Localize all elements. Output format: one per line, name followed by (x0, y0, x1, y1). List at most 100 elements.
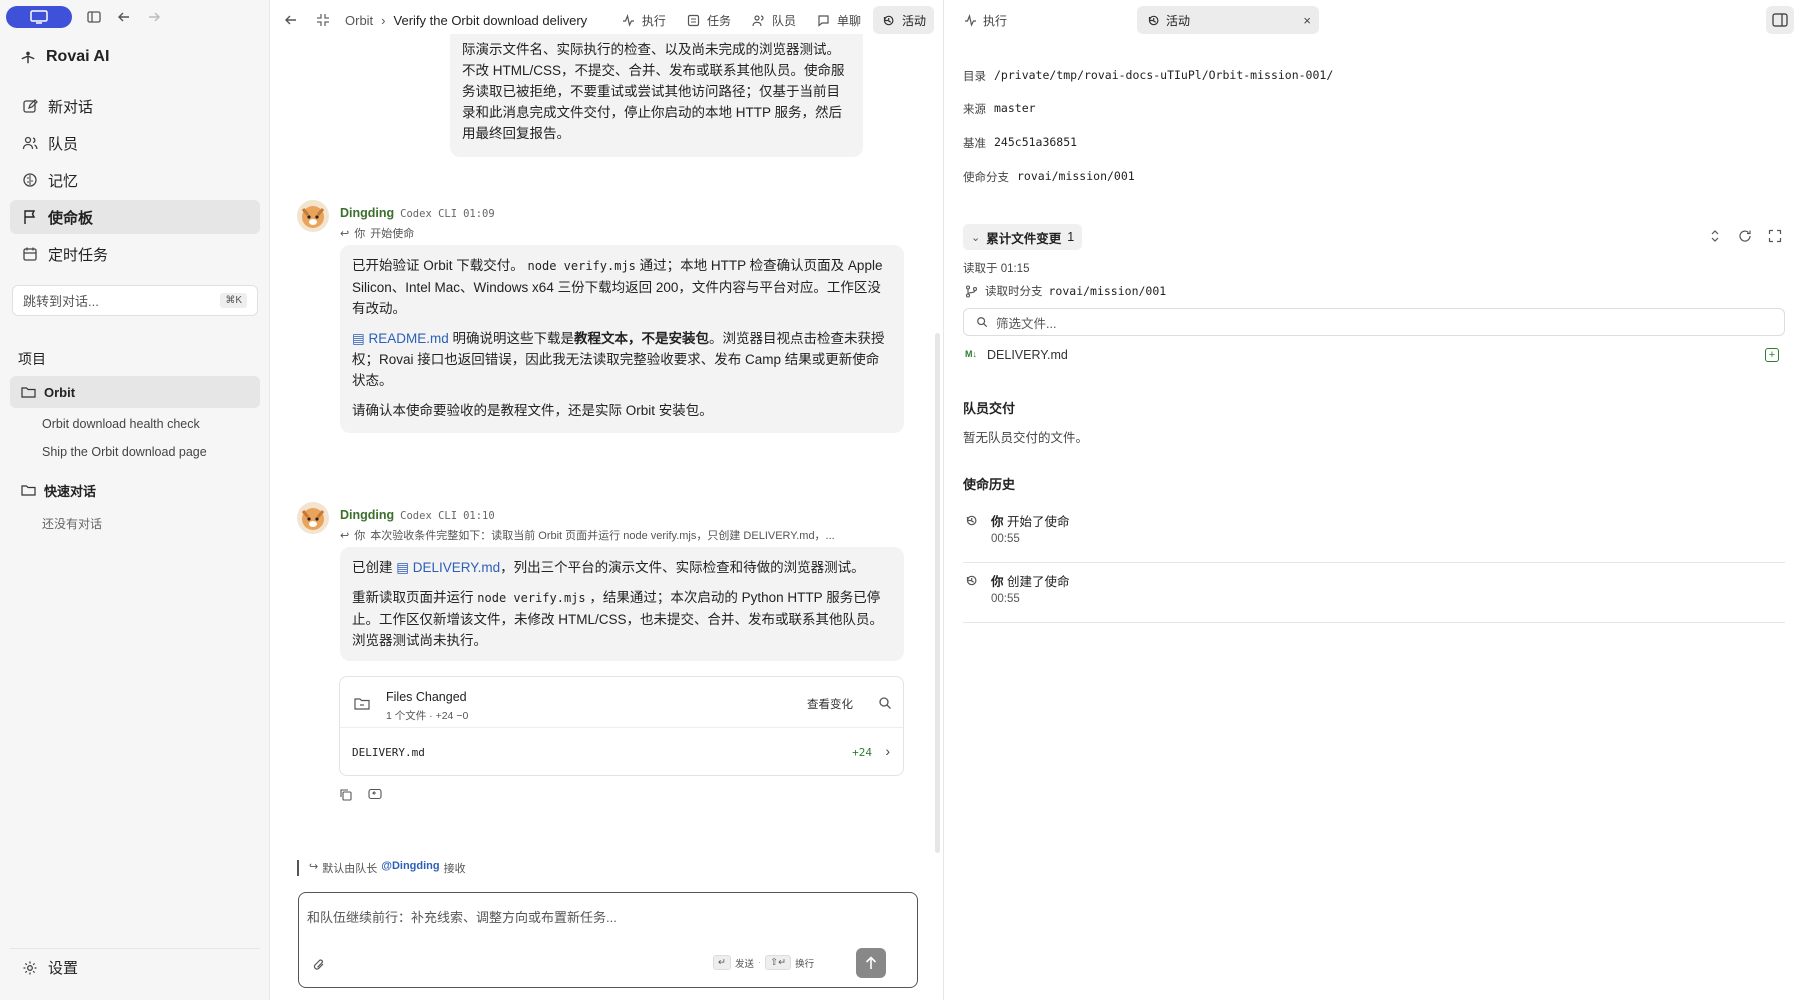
changed-file-name: DELIVERY.md (352, 746, 425, 759)
jump-shortcut: ⌘K (220, 293, 247, 308)
send-hint: 发送 (734, 958, 754, 970)
message-composer[interactable]: 和队伍继续前行：补充线索、调整方向或布置新任务... ↵ 发送 · ⇧↵ 换行 (298, 892, 918, 988)
tab-members[interactable]: 队员 (743, 6, 804, 34)
users-icon (751, 12, 767, 28)
back-arrow-icon[interactable] (283, 12, 299, 28)
app-switcher-button[interactable] (6, 6, 72, 28)
project-chat-item[interactable]: Ship the Orbit download page (42, 445, 207, 459)
activity-panel: 执行 活动 × 目录/private/tmp/rovai-docs-uTIuPl… (943, 0, 1800, 1000)
nav-scheduled-tasks[interactable]: 定时任务 (10, 237, 260, 271)
nav-members[interactable]: 队员 (10, 126, 260, 160)
newline-hint: 换行 (795, 958, 815, 970)
tab-label: 执行 (983, 13, 1008, 28)
quick-chats-folder[interactable]: 快速对话 (10, 474, 260, 506)
reply-reference[interactable]: ↩ 你 本次验收条件完整如下：读取当前 Orbit 页面并运行 node ver… (340, 527, 840, 543)
quick-chats-title: 快速对话 (44, 483, 97, 499)
sidebar: Rovai AI 新对话 队员 记忆 使命板 定时任务 跳转到对话... ⌘K … (0, 0, 270, 1000)
filter-placeholder: 筛选文件... (996, 316, 1057, 331)
sidebar-toolbar (6, 6, 162, 28)
file-link[interactable]: ▤ README.md (352, 331, 449, 346)
tab-activity[interactable]: 活动 (872, 6, 934, 34)
settings-button[interactable]: 设置 (10, 948, 260, 986)
tab-label: 活动 (901, 13, 926, 28)
brain-icon (22, 172, 38, 188)
breadcrumb-root[interactable]: Orbit (345, 13, 373, 28)
attachment-icon[interactable] (311, 957, 327, 973)
history-text: 你 开始了使命 (991, 511, 1070, 530)
meta-value: master (994, 101, 1036, 115)
edit-icon (22, 98, 38, 114)
project-chat-item[interactable]: Orbit download health check (42, 417, 200, 431)
view-changes-button[interactable]: 查看变化 (807, 696, 853, 712)
cumulative-changes-toggle[interactable]: ⌄ 累计文件变更 1 (963, 224, 1083, 250)
panel-layout-button[interactable] (1766, 6, 1794, 34)
newline-key: ⇧↵ (765, 955, 792, 970)
message-paragraph: 已创建 ▤ DELIVERY.md，列出三个平台的演示文件、实际检查和待做的浏览… (352, 557, 892, 578)
file-name: DELIVERY.md (987, 348, 1068, 362)
flag-icon (22, 209, 38, 225)
nav-mission-board[interactable]: 使命板 (10, 200, 260, 234)
message-paragraph: 重新读取页面并运行 node verify.mjs ，结果通过；本次启动的 Py… (352, 587, 892, 651)
activity-icon (621, 12, 637, 28)
file-link[interactable]: ▤ DELIVERY.md (396, 560, 500, 575)
filter-files-input[interactable]: 筛选文件... (963, 308, 1785, 336)
tab-direct-chat[interactable]: 单聊 (808, 6, 869, 34)
tab-label: 队员 (771, 13, 796, 28)
reply-arrow-icon: ↩ (340, 529, 350, 542)
breadcrumb: Orbit › Verify the Orbit download delive… (345, 13, 587, 28)
projects-title: 项目 (18, 351, 46, 367)
assign-mention[interactable]: @Dingding (381, 860, 439, 876)
jump-to-chat-input[interactable]: 跳转到对话... ⌘K (12, 285, 258, 316)
back-arrow-icon[interactable] (116, 9, 132, 25)
brand-logo-icon (20, 49, 36, 65)
reply-icon[interactable] (367, 786, 383, 802)
send-button[interactable] (856, 948, 886, 978)
agent-message-bubble: 已开始验证 Orbit 下载交付。 node verify.mjs 通过；本地 … (340, 245, 904, 433)
brand: Rovai AI (20, 48, 109, 66)
collapse-icon[interactable] (315, 12, 331, 28)
files-changed-card: Files Changed 1 个文件 · +24 −0 查看变化 DELIVE… (339, 676, 904, 776)
agent-name[interactable]: Dingding (340, 206, 394, 220)
search-icon[interactable] (877, 695, 893, 711)
monitor-icon (30, 10, 48, 24)
scrollbar[interactable] (935, 333, 940, 853)
text-run: 已创建 (352, 560, 393, 575)
tab-tasks[interactable]: 任务 (678, 6, 739, 34)
sidebar-toggle-icon[interactable] (86, 9, 102, 25)
forward-arrow-icon[interactable] (146, 9, 162, 25)
arrow-up-icon (865, 956, 877, 969)
reply-user: 你 (354, 228, 366, 240)
history-text: 你 创建了使命 (991, 571, 1070, 590)
tab-execute[interactable]: 执行 (613, 6, 674, 34)
agent-name[interactable]: Dingding (340, 508, 394, 522)
message-paragraph: ▤ README.md 明确说明这些下载是教程文本，不是安装包。浏览器目视点击检… (352, 328, 892, 391)
panel-tab-activity[interactable]: 活动 × (1137, 6, 1319, 34)
close-icon[interactable]: × (1303, 13, 1311, 28)
expand-vertical-icon[interactable] (1707, 228, 1723, 244)
nav-label: 新对话 (48, 98, 94, 116)
project-orbit[interactable]: Orbit (10, 376, 260, 408)
cumulative-title: 累计文件变更 (986, 231, 1062, 246)
panel-tab-execute[interactable]: 执行 (954, 6, 1015, 34)
file-row[interactable]: M↓ DELIVERY.md + (963, 346, 1785, 368)
nav-new-chat[interactable]: 新对话 (10, 89, 260, 123)
refresh-icon[interactable] (1737, 228, 1753, 244)
deliverables-title: 队员交付 (963, 401, 1016, 416)
assign-prefix: 默认由队长 (322, 863, 378, 875)
git-branch-icon (963, 283, 979, 299)
read-time: 读取于 01:15 (963, 263, 1030, 275)
message-header: Dingding Codex CLI 01:09 (340, 206, 495, 220)
history-item: 你 开始了使命 00:55 (963, 503, 1785, 563)
reply-reference[interactable]: ↩ 你 开始使命 (340, 225, 414, 241)
copy-icon[interactable] (337, 786, 353, 802)
activity-icon (962, 12, 978, 28)
changed-file-row[interactable]: DELIVERY.md +24 › (352, 743, 892, 765)
fullscreen-icon[interactable] (1767, 228, 1783, 244)
project-name: Orbit (44, 384, 76, 400)
meta-branch: 使命分支 rovai/mission/001 (963, 169, 1135, 185)
breadcrumb-separator: › (381, 12, 386, 28)
quick-chats-empty: 还没有对话 (42, 517, 103, 531)
message-time: 01:09 (463, 208, 495, 220)
message-paragraph: 已开始验证 Orbit 下载交付。 node verify.mjs 通过；本地 … (352, 255, 892, 319)
nav-memory[interactable]: 记忆 (10, 163, 260, 197)
